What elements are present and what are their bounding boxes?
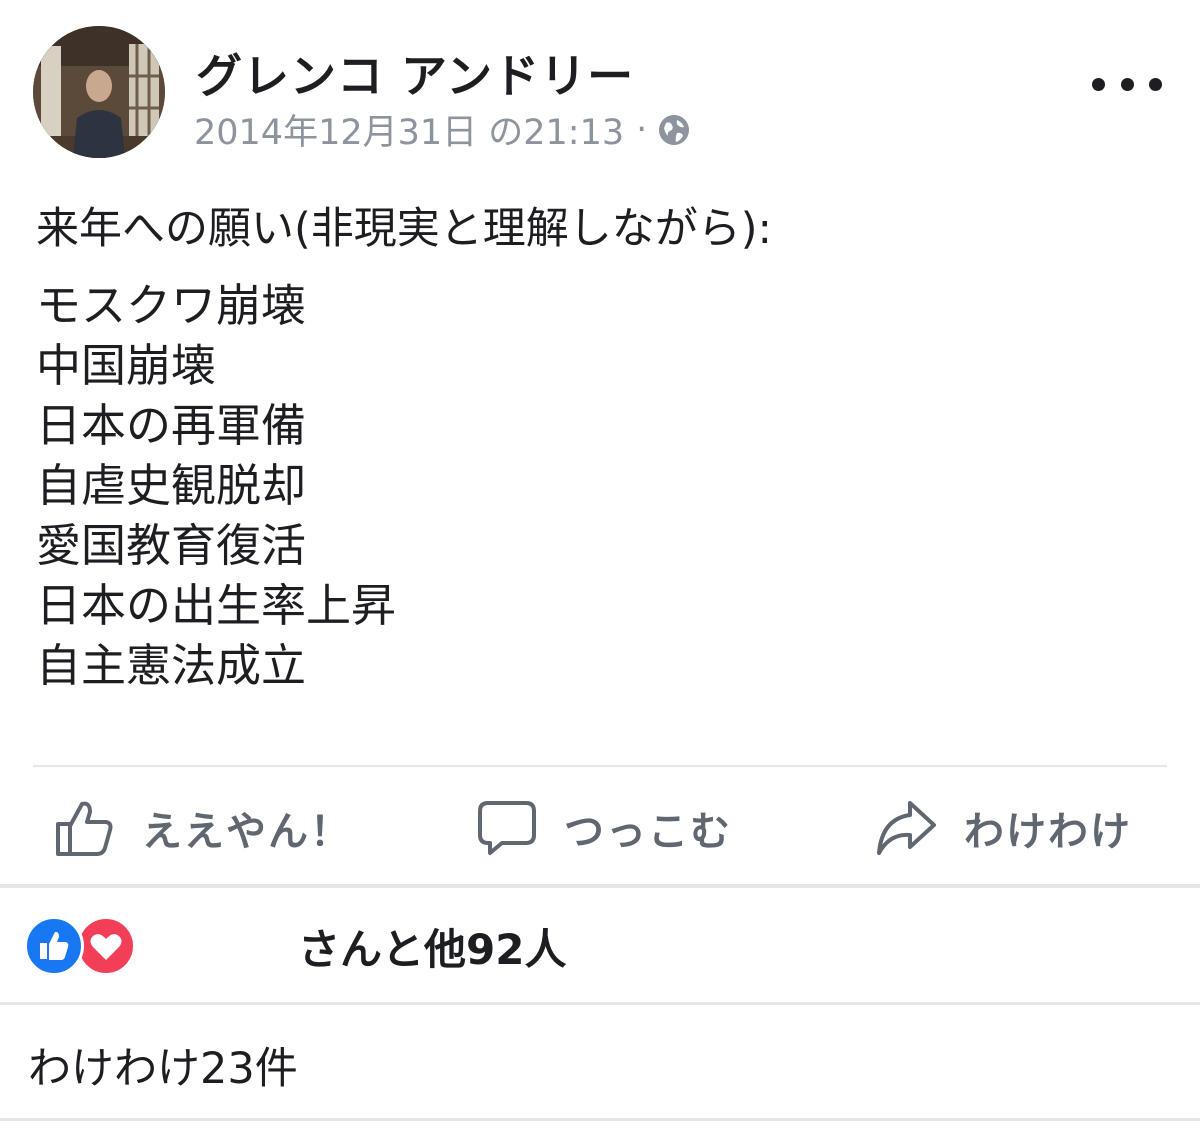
divider [0,1118,1200,1121]
love-reaction-icon [76,916,136,976]
reaction-count[interactable]: さんと他92人 [298,916,566,977]
post-intro-text: 来年への願い(非現実と理解しながら): [36,204,773,254]
post-body: 来年への願い(非現実と理解しながら): モスクワ崩壊 中国崩壊 日本の再軍備 自… [36,200,1166,696]
share-button[interactable]: わけわけ [874,788,1132,868]
share-label: わけわけ [964,809,1132,855]
avatar-photo [33,26,165,158]
comment-button[interactable]: つっこむ [476,788,732,868]
list-item: 日本の出生率上昇 [36,579,397,632]
divider [33,765,1167,767]
author-name[interactable]: グレンコ アンドリー [196,40,634,106]
more-horizontal-icon [1092,77,1105,91]
list-item: 愛国教育復活 [36,519,307,572]
like-label: ええやん！ [142,809,352,855]
list-item: 日本の再軍備 [36,399,307,452]
meta-separator: · [636,109,648,150]
author-avatar[interactable] [33,26,165,158]
thumbs-up-icon [56,801,113,856]
comment-label: つっこむ [564,809,732,855]
like-button[interactable]: ええやん！ [52,788,352,868]
list-item: 自主憲法成立 [36,639,307,692]
share-count[interactable]: わけわけ23件 [28,1034,298,1096]
reactions-summary[interactable]: さんと他92人 [0,888,1200,1000]
like-reaction-icon [24,916,84,976]
list-item: 中国崩壊 [36,339,217,392]
post-meta: 2014年12月31日 の21:13 · [194,104,691,155]
reaction-icons [24,916,136,976]
comment-bubble-icon [478,801,536,855]
post-header: グレンコ アンドリー 2014年12月31日 の21:13 · [0,0,1200,170]
post-timestamp[interactable]: 2014年12月31日 の21:13 [194,104,624,155]
list-item: モスクワ崩壊 [36,279,307,332]
action-bar: ええやん！ つっこむ わけわけ [0,770,1200,882]
share-arrow-icon [877,801,936,855]
divider [0,1002,1200,1005]
wish-list: モスクワ崩壊 中国崩壊 日本の再軍備 自虐史観脱却 愛国教育復活 日本の出生率上… [36,276,1166,696]
globe-icon[interactable] [657,113,691,147]
list-item: 自虐史観脱却 [36,459,307,512]
more-options-button[interactable] [1092,64,1162,104]
